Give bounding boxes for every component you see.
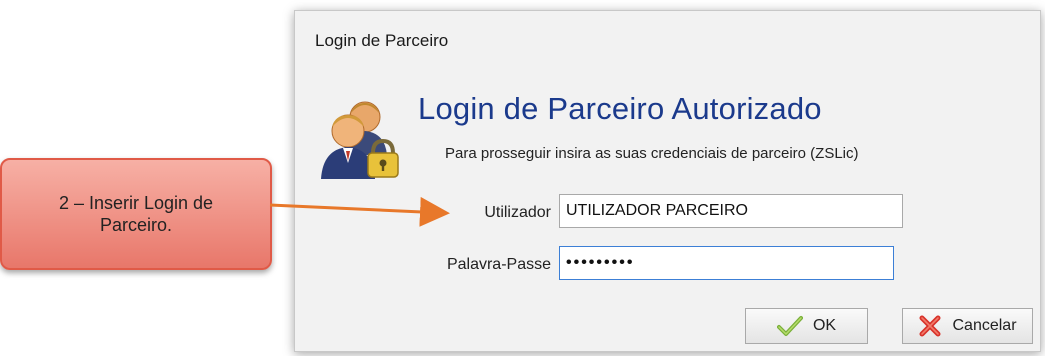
dialog-heading: Login de Parceiro Autorizado	[418, 91, 822, 126]
username-input[interactable]	[559, 194, 903, 228]
callout-text: 2 – Inserir Login de Parceiro.	[39, 192, 233, 236]
cancel-label: Cancelar	[952, 317, 1017, 334]
ok-button[interactable]: OK	[745, 308, 868, 344]
password-label: Palavra-Passe	[446, 256, 551, 273]
cancel-button[interactable]: Cancelar	[902, 308, 1033, 344]
checkmark-icon	[776, 316, 803, 336]
users-lock-icon	[321, 101, 399, 179]
dialog-subtitle: Para prosseguir insira as suas credencia…	[445, 145, 859, 162]
password-input[interactable]	[559, 246, 894, 280]
ok-label: OK	[812, 317, 837, 334]
username-label: Utilizador	[484, 204, 551, 221]
x-icon	[919, 315, 941, 337]
instruction-callout: 2 – Inserir Login de Parceiro.	[0, 158, 272, 270]
login-dialog: Login de Parceiro Login de Parceiro Auto…	[294, 10, 1041, 352]
callout-line-2: Parceiro.	[99, 215, 172, 235]
callout-line-1: 2 – Inserir Login de	[58, 193, 214, 213]
window-title: Login de Parceiro	[315, 31, 449, 50]
